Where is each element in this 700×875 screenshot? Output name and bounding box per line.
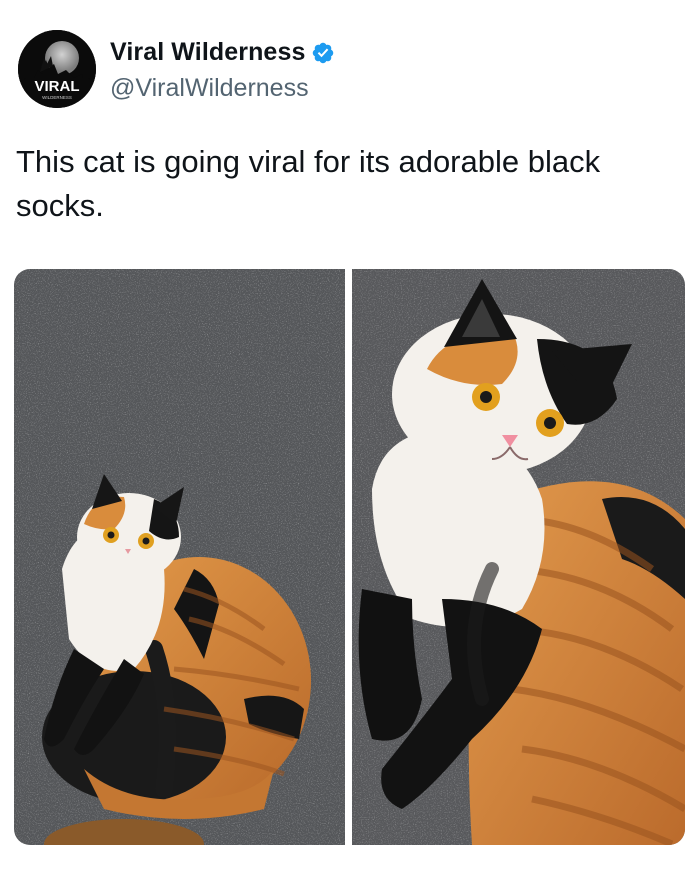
post-text: This cat is going viral for its adorable… (16, 144, 601, 223)
calico-cat-curled-icon (14, 269, 345, 845)
avatar[interactable]: VIRAL WILDERNESS (18, 30, 96, 108)
media-grid (14, 269, 685, 845)
avatar-subtext: WILDERNESS (42, 95, 72, 100)
post-header: VIRAL WILDERNESS Viral Wilderness @Viral… (18, 30, 678, 110)
avatar-text: VIRAL (35, 78, 80, 95)
media-photo-2[interactable] (352, 269, 685, 845)
author-handle[interactable]: @ViralWilderness (110, 74, 309, 103)
author-display-name[interactable]: Viral Wilderness (110, 38, 305, 67)
calico-cat-closeup-icon (352, 269, 685, 845)
author-name-row: Viral Wilderness (110, 38, 335, 67)
verified-badge-icon (313, 42, 334, 63)
media-photo-1[interactable] (14, 269, 345, 845)
